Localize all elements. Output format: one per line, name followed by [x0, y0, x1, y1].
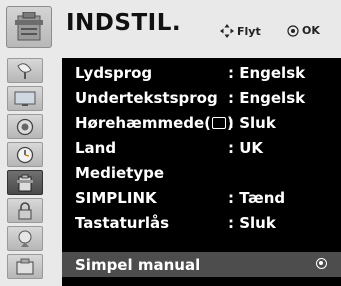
settings-icon	[6, 6, 52, 48]
menu-item-value: : Engelsk	[228, 63, 306, 82]
sidebar-item-lock[interactable]	[7, 198, 43, 223]
menu-item-label: Simpel manual	[75, 255, 201, 274]
sidebar	[0, 54, 48, 286]
menu-item-value: : UK	[228, 138, 264, 157]
usb-icon	[16, 258, 34, 274]
menu-item-label: Medietype	[75, 163, 165, 182]
menu-item-label: Hørehæmmede()	[75, 114, 234, 132]
menu-item-value: : Sluk	[228, 113, 276, 132]
sidebar-item-usb[interactable]	[7, 254, 43, 279]
sidebar-item-time[interactable]	[7, 142, 43, 167]
menu-item-media-type[interactable]: Medietype	[62, 160, 341, 185]
page-title: INDSTIL.	[66, 10, 182, 36]
menu-item-label: Undertekstsprog	[75, 88, 218, 107]
menu-item-simple-manual[interactable]: Simpel manual	[62, 252, 341, 277]
menu-item-value: : Engelsk	[228, 88, 306, 107]
menu-item-country[interactable]: Land : UK	[62, 135, 341, 160]
menu-item-subtitle-language[interactable]: Undertekstsprog : Engelsk	[62, 85, 341, 110]
move-hint-label: Flyt	[237, 24, 261, 38]
menu-item-hard-of-hearing[interactable]: Hørehæmmede() : Sluk	[62, 110, 341, 135]
satellite-dish-icon	[17, 62, 32, 79]
navigation-arrows-icon	[220, 24, 234, 38]
clock-icon	[16, 146, 34, 163]
move-hint: Flyt	[220, 24, 261, 38]
menu-item-value: : Tænd	[228, 188, 286, 207]
sidebar-item-setup[interactable]	[7, 170, 43, 195]
menu-item-label: SIMPLINK	[75, 188, 157, 207]
input-icon	[18, 230, 32, 247]
menu-item-value: : Sluk	[228, 213, 276, 232]
sidebar-item-channel[interactable]	[7, 58, 43, 83]
menu-item-label-prefix: Hørehæmmede(	[75, 113, 212, 132]
setup-options-list: Lydsprog : Engelsk Undertekstsprog : Eng…	[62, 58, 341, 286]
audio-icon	[16, 118, 34, 135]
settings-icon	[17, 174, 33, 191]
menu-item-key-lock[interactable]: Tastaturlås : Sluk	[62, 210, 341, 235]
ok-hint: OK	[287, 24, 320, 37]
menu-item-label: Lydsprog	[75, 63, 153, 82]
lock-icon	[18, 201, 32, 219]
ok-button-icon	[316, 258, 327, 269]
sidebar-item-audio[interactable]	[7, 114, 43, 139]
ok-hint-label: OK	[302, 24, 320, 37]
menu-header: INDSTIL. Flyt OK	[0, 0, 341, 54]
menu-item-label: Tastaturlås	[75, 213, 170, 232]
menu-item-simplink[interactable]: SIMPLINK : Tænd	[62, 185, 341, 210]
menu-item-label: Land	[75, 138, 117, 157]
sidebar-item-picture[interactable]	[7, 86, 43, 111]
ok-button-icon	[287, 24, 299, 37]
picture-icon	[14, 91, 36, 106]
subtitle-icon	[212, 116, 227, 129]
menu-item-audio-language[interactable]: Lydsprog : Engelsk	[62, 60, 341, 85]
sidebar-item-input[interactable]	[7, 226, 43, 251]
scroll-down-arrow-icon[interactable]	[130, 278, 142, 286]
settings-menu: INDSTIL. Flyt OK Lydsprog: Engelsk Unde…	[0, 0, 341, 286]
